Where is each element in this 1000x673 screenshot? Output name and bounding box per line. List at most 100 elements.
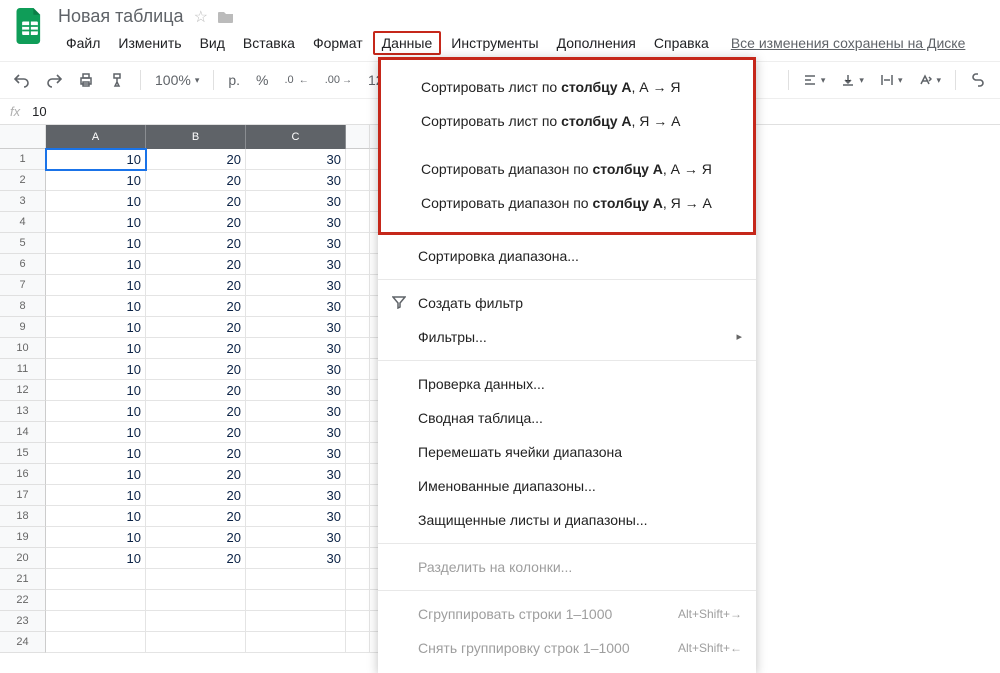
cell[interactable]: 20 (146, 527, 246, 548)
decrease-decimal-button[interactable]: .0 ← (278, 70, 314, 90)
cell[interactable]: 10 (46, 233, 146, 254)
cell[interactable] (346, 569, 370, 590)
increase-decimal-button[interactable]: .00→ (319, 70, 358, 90)
cell[interactable] (346, 338, 370, 359)
cell[interactable]: 20 (146, 548, 246, 569)
cell[interactable]: 20 (146, 191, 246, 212)
cell[interactable]: 30 (246, 317, 346, 338)
row-header[interactable]: 18 (0, 506, 46, 527)
cell[interactable] (346, 422, 370, 443)
row-header[interactable]: 8 (0, 296, 46, 317)
sort-range-dialog[interactable]: Сортировка диапазона... (378, 239, 756, 273)
pivot-table[interactable]: Сводная таблица... (378, 401, 756, 435)
row-header[interactable]: 14 (0, 422, 46, 443)
column-header[interactable]: B (146, 125, 246, 149)
cell[interactable]: 10 (46, 212, 146, 233)
protected-sheets[interactable]: Защищенные листы и диапазоны... (378, 503, 756, 537)
folder-icon[interactable] (218, 10, 234, 24)
row-header[interactable]: 21 (0, 569, 46, 590)
cell[interactable]: 10 (46, 485, 146, 506)
cell[interactable] (146, 569, 246, 590)
cell[interactable]: 30 (246, 485, 346, 506)
document-title[interactable]: Новая таблица (58, 6, 184, 27)
cell[interactable]: 10 (46, 254, 146, 275)
cell[interactable] (146, 611, 246, 632)
column-header[interactable]: A (46, 125, 146, 149)
row-header[interactable]: 17 (0, 485, 46, 506)
cell[interactable]: 10 (46, 317, 146, 338)
row-header[interactable]: 1 (0, 149, 46, 170)
cell[interactable]: 30 (246, 338, 346, 359)
randomize-range[interactable]: Перемешать ячейки диапазона (378, 435, 756, 469)
cell[interactable] (246, 590, 346, 611)
row-header[interactable]: 10 (0, 338, 46, 359)
cell[interactable]: 20 (146, 233, 246, 254)
cell[interactable]: 10 (46, 527, 146, 548)
paint-format-button[interactable] (104, 68, 132, 92)
sheets-logo[interactable] (10, 6, 50, 46)
row-header[interactable]: 22 (0, 590, 46, 611)
cell[interactable] (46, 611, 146, 632)
vertical-align-button[interactable] (835, 69, 870, 91)
cell[interactable]: 30 (246, 527, 346, 548)
cell[interactable] (246, 611, 346, 632)
row-header[interactable]: 23 (0, 611, 46, 632)
row-header[interactable]: 16 (0, 464, 46, 485)
cell[interactable]: 20 (146, 212, 246, 233)
row-header[interactable]: 9 (0, 317, 46, 338)
row-header[interactable]: 7 (0, 275, 46, 296)
row-header[interactable]: 11 (0, 359, 46, 380)
cell[interactable] (46, 590, 146, 611)
cell[interactable]: 20 (146, 464, 246, 485)
cell[interactable] (246, 569, 346, 590)
currency-button[interactable]: р. (222, 68, 246, 92)
cell[interactable]: 20 (146, 506, 246, 527)
cell[interactable] (346, 191, 370, 212)
cell[interactable]: 30 (246, 548, 346, 569)
cell[interactable]: 20 (146, 380, 246, 401)
cell[interactable] (346, 632, 370, 653)
cell[interactable]: 30 (246, 254, 346, 275)
cell[interactable] (346, 359, 370, 380)
formula-input[interactable]: 10 (32, 104, 46, 119)
cell[interactable]: 30 (246, 506, 346, 527)
cell[interactable] (346, 149, 370, 170)
cell[interactable] (146, 632, 246, 653)
cell[interactable] (46, 632, 146, 653)
row-header[interactable]: 24 (0, 632, 46, 653)
cell[interactable]: 30 (246, 443, 346, 464)
cell[interactable]: 30 (246, 296, 346, 317)
cell[interactable] (46, 569, 146, 590)
cell[interactable] (346, 590, 370, 611)
menu-data[interactable]: Данные (373, 31, 442, 55)
cell[interactable]: 30 (246, 401, 346, 422)
menu-tools[interactable]: Инструменты (443, 31, 546, 55)
menu-help[interactable]: Справка (646, 31, 717, 55)
menu-view[interactable]: Вид (192, 31, 233, 55)
cell[interactable] (346, 296, 370, 317)
row-header[interactable]: 15 (0, 443, 46, 464)
cell[interactable]: 20 (146, 317, 246, 338)
row-header[interactable]: 6 (0, 254, 46, 275)
cell[interactable]: 10 (46, 296, 146, 317)
column-header[interactable]: C (246, 125, 346, 149)
cell[interactable]: 30 (246, 422, 346, 443)
column-header[interactable] (346, 125, 370, 149)
row-header[interactable]: 4 (0, 212, 46, 233)
menu-addons[interactable]: Дополнения (549, 31, 644, 55)
menu-file[interactable]: Файл (58, 31, 108, 55)
row-header[interactable]: 5 (0, 233, 46, 254)
row-header[interactable]: 19 (0, 527, 46, 548)
cell[interactable] (346, 401, 370, 422)
cell[interactable]: 10 (46, 191, 146, 212)
cell[interactable]: 20 (146, 443, 246, 464)
cell[interactable]: 10 (46, 401, 146, 422)
text-wrap-button[interactable] (874, 69, 909, 91)
cell[interactable]: 20 (146, 296, 246, 317)
data-validation[interactable]: Проверка данных... (378, 367, 756, 401)
sort-range-za[interactable]: Сортировать диапазон по столбцу A, Я → А (381, 186, 753, 220)
select-all-corner[interactable] (0, 125, 46, 149)
sort-range-az[interactable]: Сортировать диапазон по столбцу A, А → Я (381, 152, 753, 186)
row-header[interactable]: 13 (0, 401, 46, 422)
cell[interactable]: 30 (246, 275, 346, 296)
